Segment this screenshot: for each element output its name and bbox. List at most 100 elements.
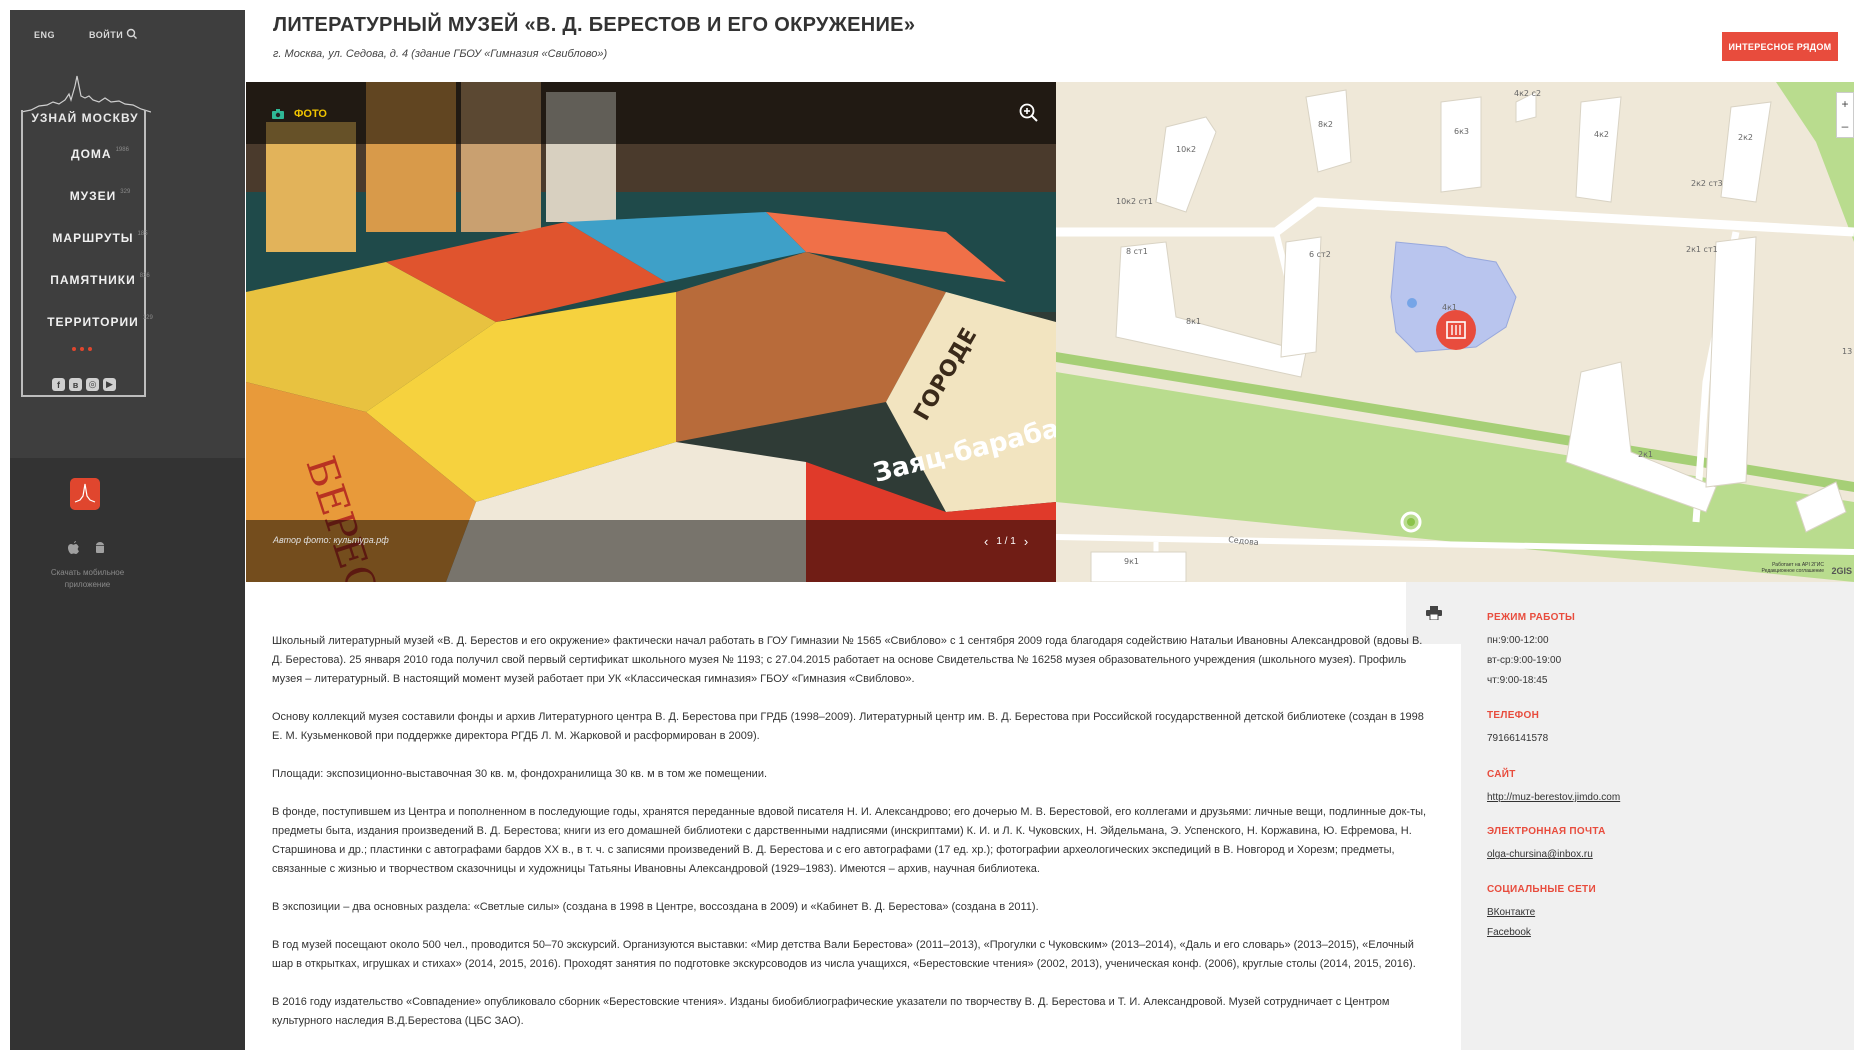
nav-item-routes[interactable]: МАРШРУТЫ 185	[35, 231, 165, 273]
map-label: 6 ст2	[1309, 250, 1331, 259]
photo-top-bar	[246, 82, 1056, 144]
logo-title: УЗНАЙ МОСКВУ	[31, 111, 139, 125]
description-paragraph: В фонде, поступившем из Центра и пополне…	[272, 806, 1427, 875]
instagram-icon[interactable]: ◎	[86, 378, 99, 391]
app-icon[interactable]	[70, 478, 100, 510]
map-label: 4к2 с2	[1514, 89, 1541, 98]
email-title: ЭЛЕКТРОННАЯ ПОЧТА	[1487, 826, 1606, 837]
hours-line: пн:9:00-12:00	[1487, 635, 1549, 646]
map-label: 4к1	[1442, 303, 1457, 312]
site-title: САЙТ	[1487, 769, 1516, 780]
printer-icon	[1425, 606, 1442, 620]
photo-counter: 1 / 1	[996, 536, 1016, 547]
nav-count: 129	[142, 315, 153, 321]
description-paragraph: В экспозиции – два основных раздела: «Св…	[272, 901, 1039, 913]
hours-block: РЕЖИМ РАБОТЫ пн:9:00-12:00 вт-ср:9:00-19…	[1487, 612, 1575, 691]
page: ENG ВОЙТИ УЗНАЙ МОСКВУ ДОМА 1986 МУЗЕИ 329…	[0, 0, 1854, 1050]
map-label: 2к1 ст1	[1686, 245, 1718, 254]
description-paragraph: Школьный литературный музей «В. Д. Берес…	[272, 635, 1423, 685]
nav-count: 329	[120, 189, 131, 195]
email-link[interactable]: olga-chursina@inbox.ru	[1487, 845, 1606, 865]
phone-number[interactable]: 79166141578	[1487, 729, 1548, 749]
hours-line: чт:9:00-18:45	[1487, 675, 1548, 686]
map-zoom-control: + –	[1836, 92, 1854, 138]
apple-icon[interactable]	[68, 541, 80, 555]
vk-icon[interactable]: в	[69, 378, 82, 391]
youtube-icon[interactable]: ▶	[103, 378, 116, 391]
map-brand[interactable]: 2GIS	[1831, 566, 1852, 576]
site-link[interactable]: http://muz-berestov.jimdo.com	[1487, 788, 1620, 808]
photo-bottom-bar	[246, 520, 1056, 582]
map-label: 2к2	[1738, 133, 1753, 142]
map-label: 8 ст1	[1126, 247, 1148, 256]
map-copyright[interactable]: Работает на API 2ГИС Редакционное соглаш…	[1762, 562, 1824, 574]
facebook-icon[interactable]: f	[52, 378, 65, 391]
app-stores	[68, 541, 106, 555]
nav-count: 836	[139, 273, 150, 279]
map-zoom-out-button[interactable]: –	[1837, 115, 1853, 137]
sidebar-bottom	[10, 458, 245, 1050]
sidebar-top-links: ENG ВОЙТИ	[34, 30, 123, 40]
lang-switch[interactable]: ENG	[34, 30, 55, 40]
nav-label: МУЗЕИ	[69, 189, 117, 203]
app-download-text: Скачать мобильное приложение	[50, 568, 125, 589]
photo-pager: ‹ 1 / 1 ›	[984, 534, 1028, 549]
location-map[interactable]: 10к2 8к2 6к3 4к2 2к2 4к2 с2 10к2 ст1 2к2…	[1056, 82, 1854, 582]
map-label: 13	[1842, 347, 1852, 356]
site-block: САЙТ http://muz-berestov.jimdo.com	[1487, 769, 1620, 808]
museum-photo: БЕРЕСТОВ Заяц-барабанщ ГОРОДЕ	[246, 82, 1056, 582]
search-icon[interactable]	[125, 27, 139, 41]
phone-block: ТЕЛЕФОН 79166141578	[1487, 710, 1548, 749]
login-link[interactable]: ВОЙТИ	[89, 30, 123, 40]
facebook-link[interactable]: Facebook	[1487, 923, 1596, 943]
nearby-button[interactable]: ИНТЕРЕСНОЕ РЯДОМ	[1722, 32, 1838, 61]
museum-info-panel: РЕЖИМ РАБОТЫ пн:9:00-12:00 вт-ср:9:00-19…	[1461, 582, 1854, 1050]
map-label: 10к2 ст1	[1116, 197, 1153, 206]
map-label: 8к2	[1318, 120, 1333, 129]
nav-item-monuments[interactable]: ПАМЯТНИКИ 836	[35, 273, 165, 315]
map-label: 2к2 ст3	[1691, 179, 1723, 188]
email-block: ЭЛЕКТРОННАЯ ПОЧТА olga-chursina@inbox.ru	[1487, 826, 1606, 865]
sidebar-top: ENG ВОЙТИ УЗНАЙ МОСКВУ ДОМА 1986 МУЗЕИ 329…	[10, 10, 245, 468]
map-zoom-in-button[interactable]: +	[1837, 93, 1853, 115]
android-icon[interactable]	[94, 541, 106, 555]
description-paragraph: В год музей посещают около 500 чел., про…	[272, 939, 1416, 970]
social-block: СОЦИАЛЬНЫЕ СЕТИ ВКонтакте Facebook	[1487, 884, 1596, 943]
page-title: ЛИТЕРАТУРНЫЙ МУЗЕЙ «В. Д. БЕРЕСТОВ И ЕГО…	[273, 14, 916, 36]
description-paragraph: В 2016 году издательство «Совпадение» оп…	[272, 996, 1390, 1027]
social-title: СОЦИАЛЬНЫЕ СЕТИ	[1487, 884, 1596, 895]
sidebar: ENG ВОЙТИ УЗНАЙ МОСКВУ ДОМА 1986 МУЗЕИ 329…	[10, 10, 245, 1050]
nav-label: ДОМА	[71, 147, 112, 161]
map-canvas: 10к2 8к2 6к3 4к2 2к2 4к2 с2 10к2 ст1 2к2…	[1056, 82, 1854, 582]
social-links: f в ◎ ▶	[52, 378, 116, 391]
nav-label: ПАМЯТНИКИ	[50, 273, 136, 287]
map-label: 4к2	[1594, 130, 1609, 139]
photo-author: Автор фото: культура.рф	[273, 535, 389, 545]
nav-count: 1986	[115, 147, 129, 153]
nav-item-territories[interactable]: ТЕРРИТОРИИ 129	[35, 315, 165, 357]
map-label: 8к1	[1186, 317, 1201, 326]
zoom-in-icon[interactable]	[1019, 103, 1039, 123]
nav-count: 185	[137, 231, 148, 237]
sidebar-nav: ДОМА 1986 МУЗЕИ 329 МАРШРУТЫ 185 ПАМЯТНИКИ 8…	[35, 147, 165, 357]
photo-tab[interactable]: ФОТО	[272, 108, 327, 120]
vk-link[interactable]: ВКонтакте	[1487, 903, 1596, 923]
next-photo-button[interactable]: ›	[1024, 534, 1028, 549]
museum-description: Школьный литературный музей «В. Д. Берес…	[272, 632, 1432, 1050]
phone-title: ТЕЛЕФОН	[1487, 710, 1540, 721]
nav-item-houses[interactable]: ДОМА 1986	[35, 147, 165, 189]
nav-item-museums[interactable]: МУЗЕИ 329	[35, 189, 165, 231]
more-dots[interactable]	[72, 347, 92, 351]
hours-title: РЕЖИМ РАБОТЫ	[1487, 612, 1576, 623]
description-paragraph: Площади: экспозиционно-выставочная 30 кв…	[272, 768, 768, 780]
map-label: 9к1	[1124, 557, 1139, 566]
description-paragraph: Основу коллекций музея составили фонды и…	[272, 711, 1424, 742]
map-label: 10к2	[1176, 145, 1196, 154]
prev-photo-button[interactable]: ‹	[984, 534, 988, 549]
nav-label: МАРШРУТЫ	[52, 231, 134, 245]
camera-icon	[272, 109, 284, 119]
photo-gallery[interactable]: БЕРЕСТОВ Заяц-барабанщ ГОРОДЕ ФОТО Автор…	[246, 82, 1056, 582]
hours-line: вт-ср:9:00-19:00	[1487, 655, 1562, 666]
map-label: 2к1	[1638, 450, 1653, 459]
museum-address: г. Москва, ул. Седова, д. 4 (здание ГБОУ…	[273, 48, 608, 60]
